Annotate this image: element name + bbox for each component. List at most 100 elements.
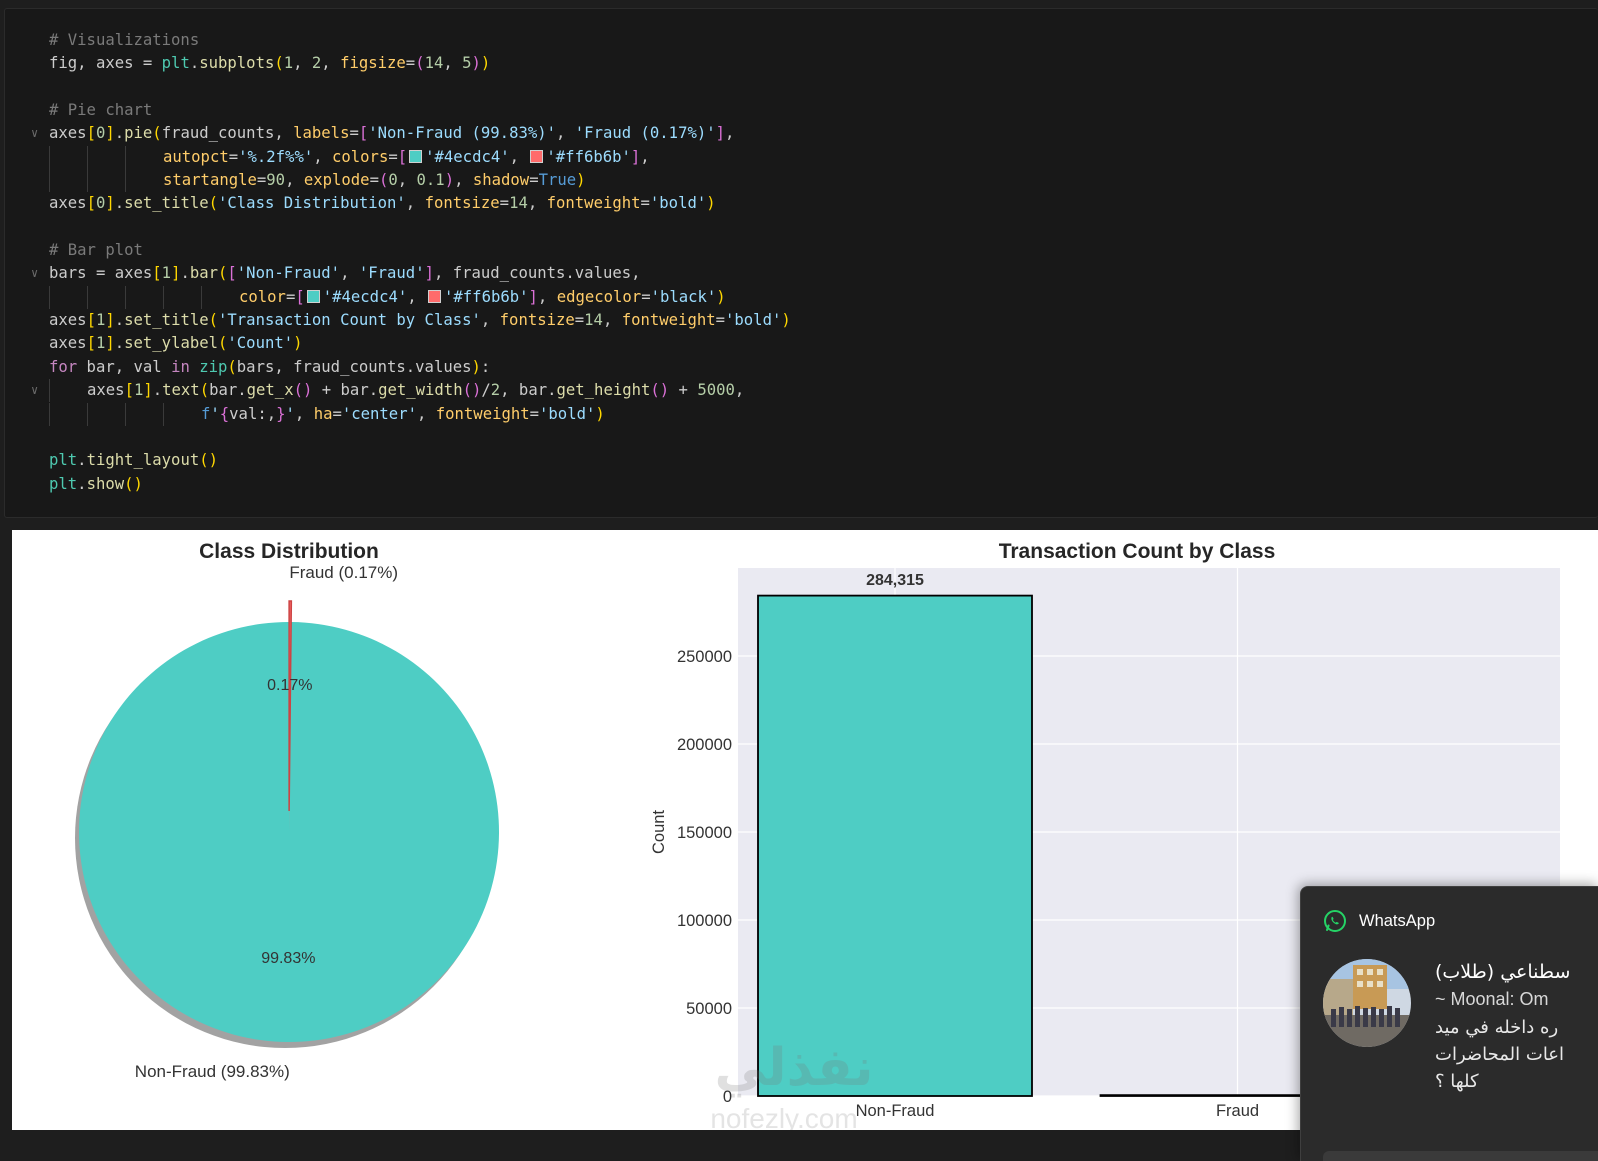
code-line[interactable]: autopct='%.2f%%', colors=['#4ecdc4', '#f… <box>49 145 791 169</box>
code-token: set_title <box>124 311 209 330</box>
color-swatch-icon[interactable] <box>409 149 423 163</box>
code-token: = <box>349 124 359 143</box>
code-token: ] <box>528 287 538 306</box>
code-line[interactable] <box>49 426 791 449</box>
code-line[interactable]: for bar, val in zip(bars, fraud_counts.v… <box>49 356 791 379</box>
code-token: ] <box>630 147 641 166</box>
code-token: 'Fraud (0.17%)' <box>574 124 716 143</box>
code-line[interactable]: ∨ axes[0].pie(fraud_counts, labels=['Non-… <box>31 122 791 145</box>
code-token: for <box>49 357 78 376</box>
code-token: + <box>669 381 698 400</box>
watermark-latin: nofezly.com <box>710 1103 857 1130</box>
bar <box>757 594 1033 1097</box>
code-editor[interactable]: # Visualizations fig, axes = plt.subplots… <box>31 29 791 496</box>
notification-body-line: ره داخله في ميد <box>1435 1017 1559 1038</box>
y-tick-label: 200000 <box>677 736 732 754</box>
pie-pct-label: 0.17% <box>267 677 312 694</box>
indent-guide <box>163 402 201 426</box>
code-token: axes <box>49 311 87 330</box>
code-token: { <box>219 404 230 423</box>
code-token: ) <box>781 311 791 330</box>
code-token: ( <box>218 334 228 353</box>
code-token: = <box>640 194 650 213</box>
code-token: f <box>201 404 211 423</box>
code-token: text <box>162 381 200 400</box>
code-token: explode <box>303 171 370 190</box>
indent-guide <box>87 285 125 309</box>
code-token: , <box>313 147 332 166</box>
code-token: } <box>276 404 286 423</box>
code-token: 0 <box>388 171 398 190</box>
code-token: 90 <box>266 171 286 190</box>
code-token: = <box>256 171 267 190</box>
code-line[interactable] <box>49 216 791 239</box>
color-swatch-icon[interactable] <box>530 149 544 163</box>
code-token: plt <box>49 451 78 470</box>
code-token: 5 <box>462 54 472 73</box>
code-line[interactable]: f'{val:,}', ha='center', fontweight='bol… <box>49 402 791 426</box>
code-token: ( <box>208 194 219 213</box>
code-token: , bar. <box>500 381 557 400</box>
code-token: . <box>180 264 190 283</box>
code-line[interactable] <box>49 76 791 99</box>
bar-title: Transaction Count by Class <box>999 540 1276 563</box>
code-token: [ <box>86 311 96 330</box>
code-token: 'center' <box>341 404 417 423</box>
code-cell[interactable]: # Visualizations fig, axes = plt.subplots… <box>4 8 1598 518</box>
code-token: = <box>641 287 651 306</box>
code-token: axes <box>87 381 125 400</box>
code-token: ] <box>143 381 153 400</box>
code-token: ( <box>274 54 284 73</box>
code-line[interactable]: color=['#4ecdc4', '#ff6b6b'], edgecolor=… <box>49 285 791 309</box>
fold-chevron-icon[interactable]: ∨ <box>31 379 38 402</box>
code-line[interactable]: ∨ axes[1].text(bar.get_x() + bar.get_widt… <box>31 379 791 403</box>
code-token: bars = axes <box>49 264 153 283</box>
code-line[interactable]: fig, axes = plt.subplots(1, 2, figsize=(… <box>49 52 791 75</box>
notification-body-line: كلها ؟ <box>1435 1071 1479 1092</box>
notification-sender: ~ Moonal: Om <box>1435 989 1549 1009</box>
indent-guide <box>87 145 125 169</box>
whatsapp-notification[interactable]: WhatsApp سطناعي (طلاب) ~ Moonal: Om ره د… <box>1300 886 1598 1161</box>
code-token: , <box>537 287 557 306</box>
indent-guide <box>49 402 87 426</box>
code-token: ] <box>105 194 115 213</box>
code-line[interactable]: # Visualizations <box>49 29 791 52</box>
code-line[interactable]: plt.show() <box>49 473 791 496</box>
pie-title: Class Distribution <box>199 540 379 563</box>
code-token: bars, fraud_counts.values <box>236 357 472 376</box>
fold-chevron-icon[interactable]: ∨ <box>31 122 38 145</box>
code-token: axes <box>49 334 87 353</box>
code-line[interactable]: # Pie chart <box>49 99 791 122</box>
code-token: fontweight <box>435 404 530 423</box>
code-line[interactable]: startangle=90, explode=(0, 0.1), shadow=… <box>49 169 791 193</box>
color-swatch-icon[interactable] <box>306 289 320 303</box>
code-line[interactable]: axes[0].set_title('Class Distribution', … <box>49 192 791 215</box>
code-token: [ <box>152 264 162 283</box>
code-line[interactable]: axes[1].set_ylabel('Count') <box>49 332 791 355</box>
code-token: = <box>285 287 296 306</box>
code-token: () <box>199 451 219 470</box>
code-token: , <box>340 264 359 283</box>
code-line[interactable]: axes[1].set_title('Transaction Count by … <box>49 309 791 332</box>
code-token: , <box>480 311 500 330</box>
code-token: : <box>480 357 491 376</box>
indent-guide <box>201 285 239 309</box>
code-line[interactable]: ∨ bars = axes[1].bar(['Non-Fraud', 'Fraud… <box>31 262 791 285</box>
code-token: ( <box>415 54 425 73</box>
code-token: = <box>405 54 416 73</box>
color-swatch-icon[interactable] <box>428 289 442 303</box>
code-token: ) <box>471 54 481 73</box>
code-token: '%.2f%%' <box>238 147 314 166</box>
code-token: # Pie chart <box>49 101 153 120</box>
code-token: # Bar plot <box>49 241 143 260</box>
code-token: axes <box>49 124 87 143</box>
code-line[interactable]: plt.tight_layout() <box>49 449 791 472</box>
code-line[interactable]: # Bar plot <box>49 239 791 262</box>
notification-title: سطناعي (طلاب) <box>1435 961 1571 983</box>
indent-guide <box>87 402 125 426</box>
code-token: show <box>86 474 125 493</box>
code-token: 14 <box>424 54 444 73</box>
indent-guide <box>125 145 163 169</box>
fold-chevron-icon[interactable]: ∨ <box>31 262 38 285</box>
code-token: 2 <box>490 381 501 400</box>
